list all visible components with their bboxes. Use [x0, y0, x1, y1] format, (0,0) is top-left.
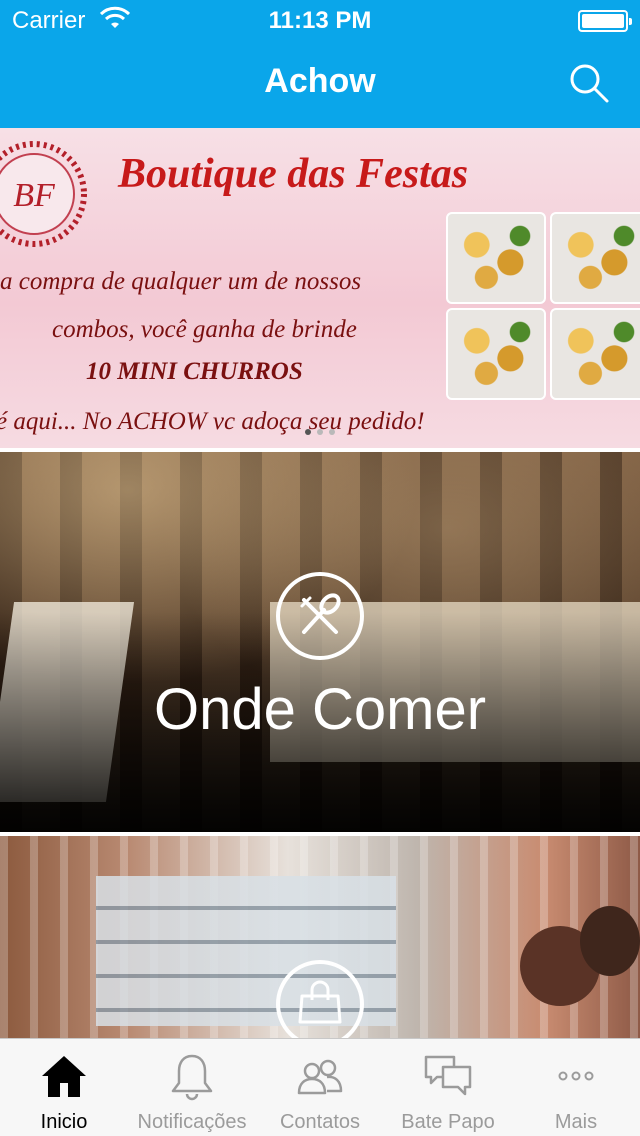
food-photo: [550, 308, 640, 400]
navigation-bar: Achow: [0, 40, 640, 128]
tab-label: Inicio: [40, 1111, 88, 1133]
banner-headline: Boutique das Festas: [118, 151, 469, 197]
category-card-shopping[interactable]: [0, 836, 640, 1038]
banner-line: combos, você ganha de brinde: [52, 316, 357, 343]
tab-bate-papo[interactable]: Bate Papo: [384, 1039, 512, 1136]
food-photo: [446, 308, 546, 400]
background-photo: [580, 906, 640, 976]
tab-label: Notificações: [137, 1111, 247, 1133]
banner-line: 10 MINI CHURROS: [86, 358, 303, 385]
status-bar: Carrier 11:13 PM: [0, 0, 640, 40]
tab-label: Contatos: [279, 1111, 361, 1133]
category-label: Onde Comer: [153, 677, 487, 742]
tab-bar: Inicio Notificações Contatos Bate Papo M…: [0, 1038, 640, 1136]
status-time: 11:13 PM: [268, 7, 372, 34]
page-title: Achow: [264, 62, 376, 100]
banner-line: a compra de qualquer um de nossos: [0, 268, 362, 295]
promo-banner[interactable]: BF Boutique das Festas a compra de qualq…: [0, 128, 640, 448]
search-icon[interactable]: [568, 62, 610, 104]
tab-label: Bate Papo: [401, 1111, 495, 1133]
page-dot[interactable]: [329, 429, 335, 435]
tab-mais[interactable]: Mais: [512, 1039, 640, 1136]
boutique-logo: BF: [0, 141, 87, 247]
home-content[interactable]: BF Boutique das Festas a compra de qualq…: [0, 128, 640, 1038]
page-dot[interactable]: [305, 429, 311, 435]
bell-icon: [171, 1054, 213, 1101]
category-card-onde-comer[interactable]: Onde Comer: [0, 452, 640, 832]
tab-contatos[interactable]: Contatos: [256, 1039, 384, 1136]
chat-icon: [424, 1055, 472, 1096]
tab-notificacoes[interactable]: Notificações: [128, 1039, 256, 1136]
logo-monogram: BF: [13, 177, 56, 214]
page-dot[interactable]: [317, 429, 323, 435]
tab-label: Mais: [554, 1111, 598, 1133]
food-photo: [446, 212, 546, 304]
home-icon: [42, 1056, 86, 1097]
shopping-bag-icon: [276, 960, 364, 1038]
utensils-icon: [276, 572, 364, 660]
battery-icon: [578, 10, 632, 32]
tab-inicio[interactable]: Inicio: [0, 1039, 128, 1136]
contacts-icon: [297, 1059, 343, 1095]
app-screen: Carrier 11:13 PM Achow BF Boutique das F…: [0, 0, 640, 1136]
banner-page-indicator[interactable]: [0, 422, 640, 440]
more-icon: [558, 1071, 594, 1081]
food-photo: [550, 212, 640, 304]
banner-food-photos: [446, 212, 640, 400]
